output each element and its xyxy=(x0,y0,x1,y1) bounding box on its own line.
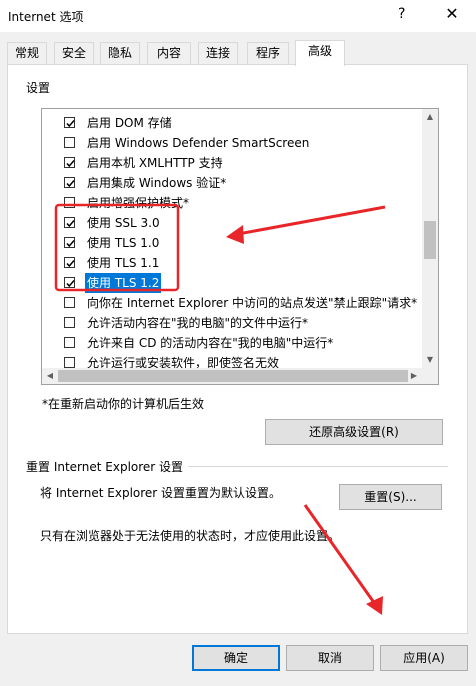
reset-note: 只有在浏览器处于无法使用的状态时，才应使用此设置。 xyxy=(40,529,341,543)
setting-checkbox[interactable] xyxy=(64,117,75,128)
setting-checkbox[interactable] xyxy=(64,297,75,308)
horizontal-scrollbar[interactable]: ◀ ▶ xyxy=(42,368,422,384)
window-title: Internet 选项 xyxy=(8,10,84,24)
setting-label: 向你在 Internet Explorer 中访问的站点发送"禁止跟踪"请求* xyxy=(87,296,418,310)
setting-label: 允许活动内容在"我的电脑"的文件中运行* xyxy=(87,316,309,330)
tab-connections[interactable]: 连接 xyxy=(198,42,238,64)
setting-checkbox[interactable] xyxy=(64,217,75,228)
setting-label: 使用 SSL 3.0 xyxy=(87,216,160,230)
scroll-right-icon[interactable]: ▶ xyxy=(406,368,422,384)
scroll-thumb[interactable] xyxy=(424,221,436,259)
setting-label: 启用 DOM 存储 xyxy=(87,116,172,130)
hscroll-thumb[interactable] xyxy=(58,370,408,382)
tab-advanced[interactable]: 高级 xyxy=(295,40,345,66)
check-icon xyxy=(66,240,75,248)
tab-security[interactable]: 安全 xyxy=(54,42,94,64)
setting-label: 使用 TLS 1.2 xyxy=(85,273,162,293)
check-icon xyxy=(66,180,75,188)
scroll-down-icon[interactable]: ▼ xyxy=(422,352,438,368)
setting-label: 启用集成 Windows 验证* xyxy=(87,176,227,190)
reset-group-divider xyxy=(188,466,448,467)
scroll-left-icon[interactable]: ◀ xyxy=(42,368,58,384)
close-icon[interactable]: ✕ xyxy=(434,4,470,26)
setting-label: 启用本机 XMLHTTP 支持 xyxy=(87,156,223,170)
setting-checkbox[interactable] xyxy=(64,277,75,288)
restore-advanced-button[interactable]: 还原高级设置(R) xyxy=(265,419,443,445)
restart-note: *在重新启动你的计算机后生效 xyxy=(42,397,205,411)
setting-label: 使用 TLS 1.1 xyxy=(87,256,160,270)
setting-checkbox[interactable] xyxy=(64,237,75,248)
setting-checkbox[interactable] xyxy=(64,177,75,188)
setting-checkbox[interactable] xyxy=(64,137,75,148)
setting-label: 启用 Windows Defender SmartScreen xyxy=(87,136,310,150)
setting-checkbox[interactable] xyxy=(64,317,75,328)
setting-label: 启用增强保护模式* xyxy=(87,196,190,210)
ok-button[interactable]: 确定 xyxy=(192,645,280,671)
check-icon xyxy=(66,220,75,228)
scroll-up-icon[interactable]: ▲ xyxy=(422,109,438,125)
tab-privacy[interactable]: 隐私 xyxy=(100,42,140,64)
title-bar: Internet 选项 ? ✕ xyxy=(0,0,476,32)
setting-checkbox[interactable] xyxy=(64,337,75,348)
vertical-scrollbar[interactable]: ▲ ▼ xyxy=(422,109,438,368)
reset-button[interactable]: 重置(S)... xyxy=(339,484,442,510)
setting-checkbox[interactable] xyxy=(64,197,75,208)
check-icon xyxy=(66,120,75,128)
settings-list[interactable]: 启用 DOM 存储启用 Windows Defender SmartScreen… xyxy=(41,108,439,385)
scroll-corner xyxy=(422,368,438,384)
help-icon[interactable]: ? xyxy=(398,6,405,22)
advanced-panel: 设置 启用 DOM 存储启用 Windows Defender SmartScr… xyxy=(7,64,468,634)
setting-checkbox[interactable] xyxy=(64,257,75,268)
check-icon xyxy=(66,260,75,268)
cancel-button[interactable]: 取消 xyxy=(286,645,374,671)
apply-button[interactable]: 应用(A) xyxy=(380,645,468,671)
settings-group-label: 设置 xyxy=(26,81,51,95)
reset-description: 将 Internet Explorer 设置重置为默认设置。 xyxy=(40,486,282,500)
setting-label: 允许来自 CD 的活动内容在"我的电脑"中运行* xyxy=(87,336,334,350)
reset-group-label: 重置 Internet Explorer 设置 xyxy=(26,460,184,474)
tab-content[interactable]: 内容 xyxy=(147,42,191,64)
setting-checkbox[interactable] xyxy=(64,357,75,368)
tab-programs[interactable]: 程序 xyxy=(247,42,289,64)
setting-label: 使用 TLS 1.0 xyxy=(87,236,160,250)
tab-general[interactable]: 常规 xyxy=(7,42,47,64)
check-icon xyxy=(66,280,75,288)
check-icon xyxy=(66,160,75,168)
setting-checkbox[interactable] xyxy=(64,157,75,168)
